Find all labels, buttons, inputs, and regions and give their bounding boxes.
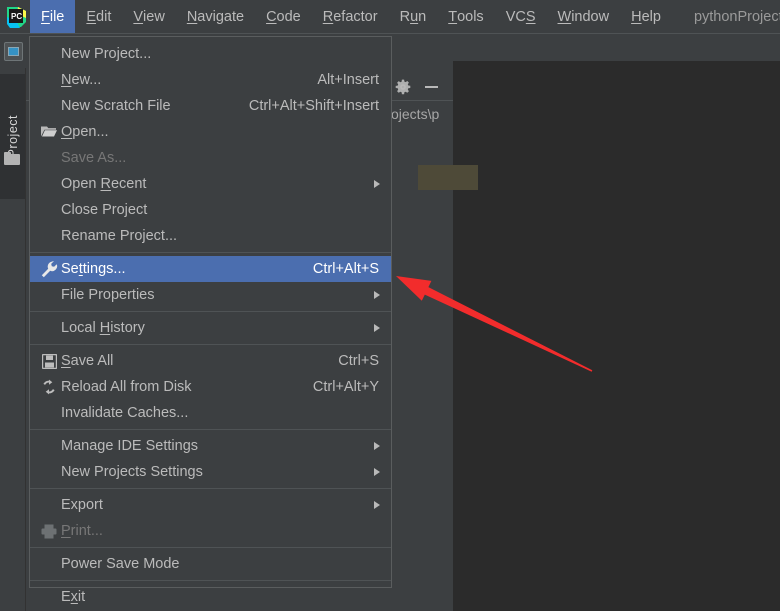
menu-item-new-project[interactable]: New Project... xyxy=(30,41,391,67)
menu-item-label: Rename Project... xyxy=(61,228,178,244)
menu-item-power-save-mode[interactable]: Power Save Mode xyxy=(30,551,391,577)
svg-text:PC: PC xyxy=(11,12,22,21)
menu-bar-item-code[interactable]: Code xyxy=(255,0,312,33)
project-tree-selected-row[interactable] xyxy=(418,165,478,190)
submenu-arrow-icon xyxy=(374,501,380,509)
printer-icon xyxy=(38,518,60,544)
menu-bar-underline xyxy=(0,33,780,34)
menu-item-settings[interactable]: Settings... Ctrl+Alt+S xyxy=(30,256,391,282)
menu-item-label: New... xyxy=(61,72,102,88)
menu-item-label: Print... xyxy=(61,523,103,539)
menu-bar-item-refactor[interactable]: Refactor xyxy=(312,0,389,33)
menu-item-close-project[interactable]: Close Project xyxy=(30,197,391,223)
menu-item-label: Reload All from Disk xyxy=(61,379,192,395)
menu-item-open[interactable]: Open... xyxy=(30,119,391,145)
menu-item-label: File Properties xyxy=(61,287,155,303)
submenu-arrow-icon xyxy=(374,324,380,332)
menu-item-shortcut: Alt+Insert xyxy=(317,72,379,88)
submenu-arrow-icon xyxy=(374,180,380,188)
gear-icon[interactable] xyxy=(395,79,411,95)
folder-icon[interactable] xyxy=(4,152,20,165)
menu-bar-items: File Edit View Navigate Code Refactor Ru n Tools… xyxy=(30,0,672,33)
menu-item-label: Save As... xyxy=(61,150,127,166)
menu-item-save-as: Save As... xyxy=(30,145,391,171)
menu-item-export[interactable]: Export xyxy=(30,492,391,518)
menu-bar-item-run[interactable]: Run xyxy=(389,0,438,33)
menu-item-save-all[interactable]: Save All Ctrl+S xyxy=(30,348,391,374)
menu-item-label: Export xyxy=(61,497,103,513)
left-tool-stripe: Project xyxy=(0,34,25,611)
refresh-icon xyxy=(38,374,60,400)
menu-bar: PC File Edit View Navigate Code Refactor Ru n To… xyxy=(0,0,780,33)
menu-item-open-recent[interactable]: Open Recent xyxy=(30,171,391,197)
pycharm-window: ojects\p Project PC File Edit View Navigate… xyxy=(0,0,780,611)
menu-bar-item-edit[interactable]: Edit xyxy=(75,0,122,33)
menu-item-label: Manage IDE Settings xyxy=(61,438,199,454)
menu-item-manage-ide-settings[interactable]: Manage IDE Settings xyxy=(30,433,391,459)
menu-item-shortcut: Ctrl+Alt+Y xyxy=(312,379,379,395)
menu-item-shortcut: Ctrl+S xyxy=(338,353,379,369)
editor-area[interactable] xyxy=(453,61,780,611)
wrench-icon xyxy=(38,256,60,282)
menu-item-label: New Scratch File xyxy=(61,98,171,114)
menu-separator xyxy=(30,311,391,312)
folder-open-icon xyxy=(38,119,60,145)
menu-separator xyxy=(30,547,391,548)
menu-separator xyxy=(30,429,391,430)
menu-item-shortcut: Ctrl+Alt+S xyxy=(312,261,379,277)
menu-item-invalidate-caches[interactable]: Invalidate Caches... xyxy=(30,400,391,426)
menu-item-new[interactable]: New... Alt+Insert xyxy=(30,67,391,93)
file-menu-popup[interactable]: New Project... New... Alt+Insert New Scratc… xyxy=(29,36,392,605)
menu-separator xyxy=(30,580,391,581)
menu-item-print: Print... xyxy=(30,518,391,544)
menu-item-file-properties[interactable]: File Properties xyxy=(30,282,391,308)
menu-item-label: Open... xyxy=(61,124,109,140)
menu-item-label: New Projects Settings xyxy=(61,464,203,480)
menu-bar-item-file[interactable]: File xyxy=(30,0,76,33)
menu-bar-item-vcs[interactable]: VC S xyxy=(495,0,547,33)
floppy-icon xyxy=(38,348,60,374)
menu-bar-item-tools[interactable]: Tools xyxy=(437,0,494,33)
menu-item-local-history[interactable]: Local History xyxy=(30,315,391,341)
menu-separator xyxy=(30,252,391,253)
menu-item-label: Invalidate Caches... xyxy=(61,405,189,421)
menu-item-new-projects-settings[interactable]: New Projects Settings xyxy=(30,459,391,485)
menu-bar-item-navigate[interactable]: Navigate xyxy=(176,0,255,33)
menu-item-label: Save All xyxy=(61,353,114,369)
menu-bar-item-help[interactable]: Help xyxy=(620,0,672,33)
tool-window-left-divider xyxy=(25,68,26,611)
sidebar-item-project[interactable]: Project xyxy=(0,74,25,199)
menu-item-label: Close Project xyxy=(61,202,148,218)
window-project-title: pythonProject xyxy=(693,8,780,25)
menu-item-label: Open Recent xyxy=(61,176,147,192)
menu-item-rename-project[interactable]: Rename Project... xyxy=(30,223,391,249)
menu-separator xyxy=(30,344,391,345)
menu-separator xyxy=(30,488,391,489)
menu-item-label: Settings... xyxy=(61,261,126,277)
menu-bar-item-view[interactable]: View xyxy=(122,0,175,33)
menu-item-exit[interactable]: Exit xyxy=(30,584,391,610)
menu-bar-item-window[interactable]: Window xyxy=(547,0,621,33)
submenu-arrow-icon xyxy=(374,468,380,476)
minimize-icon[interactable] xyxy=(425,86,438,88)
submenu-arrow-icon xyxy=(374,442,380,450)
menu-item-new-scratch-file[interactable]: New Scratch File Ctrl+Alt+Shift+Insert xyxy=(30,93,391,119)
menu-item-shortcut: Ctrl+Alt+Shift+Insert xyxy=(248,98,379,114)
menu-item-label: Local History xyxy=(61,320,145,336)
pycharm-logo: PC xyxy=(4,4,30,30)
menu-item-reload-all-from-disk[interactable]: Reload All from Disk Ctrl+Alt+Y xyxy=(30,374,391,400)
project-path-fragment: ojects\p xyxy=(391,106,440,122)
window-icon[interactable] xyxy=(4,42,23,61)
menu-item-label: Power Save Mode xyxy=(61,556,180,572)
submenu-arrow-icon xyxy=(374,291,380,299)
menu-item-label: New Project... xyxy=(61,46,152,62)
menu-item-label: Exit xyxy=(61,589,86,605)
